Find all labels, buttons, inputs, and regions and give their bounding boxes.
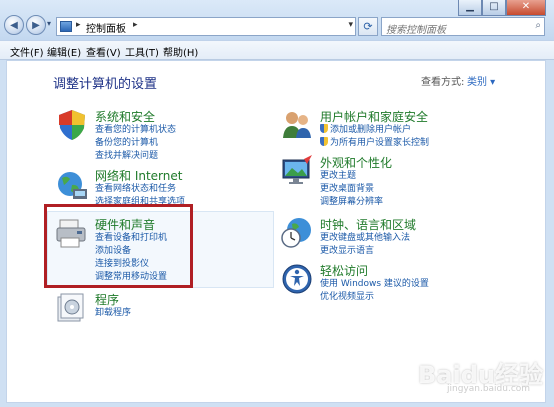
category-title-clock-language[interactable]: 时钟、语言和区域	[320, 216, 416, 233]
breadcrumb-control-panel[interactable]: 控制面板	[86, 20, 126, 35]
users-icon[interactable]	[280, 108, 314, 142]
link-parental-controls[interactable]: 为所有用户设置家长控制	[320, 137, 429, 150]
category-links: 更改键盘或其他输入法 更改显示语言	[320, 232, 410, 258]
link-add-remove-accounts[interactable]: 添加或删除用户帐户	[320, 124, 429, 137]
control-panel-window: ◀ ▶ ▾ ▸ 控制面板 ▸ ▾ ⟳ ⌕ ▁ □ ✕ 文件(F) 编辑(E) 查…	[0, 0, 554, 407]
chevron-right-icon[interactable]: ▸	[76, 20, 81, 30]
address-bar[interactable]: ▸ 控制面板 ▸ ▾	[56, 17, 356, 36]
search-input[interactable]	[382, 21, 530, 40]
menu-help[interactable]: 帮助(H)	[163, 44, 198, 59]
link-backup-computer[interactable]: 备份您的计算机	[95, 137, 176, 150]
close-button[interactable]: ✕	[506, 0, 546, 16]
watermark-url: jingyan.baidu.com	[447, 384, 531, 394]
search-box[interactable]: ⌕	[381, 17, 545, 40]
category-links: 使用 Windows 建议的设置 优化视频显示	[320, 278, 429, 304]
link-network-status[interactable]: 查看网络状态和任务	[95, 183, 185, 196]
view-by-dropdown[interactable]: 类别 ▾	[467, 73, 495, 88]
link-change-keyboard[interactable]: 更改键盘或其他输入法	[320, 232, 410, 245]
clock-globe-icon[interactable]	[280, 216, 314, 250]
search-icon[interactable]: ⌕	[535, 20, 541, 31]
category-title-ease-of-access[interactable]: 轻松访问	[320, 262, 368, 279]
refresh-button[interactable]: ⟳	[358, 17, 378, 36]
category-links: 更改主题 更改桌面背景 调整屏幕分辨率	[320, 170, 383, 209]
window-controls: ▁ □ ✕	[458, 0, 546, 18]
category-title-programs[interactable]: 程序	[95, 291, 119, 308]
system-security-shield-icon[interactable]	[55, 108, 89, 142]
link-optimize-display[interactable]: 优化视频显示	[320, 291, 429, 304]
maximize-button[interactable]: □	[482, 0, 506, 16]
link-change-desktop-background[interactable]: 更改桌面背景	[320, 183, 383, 196]
link-recommended-settings[interactable]: 使用 Windows 建议的设置	[320, 278, 429, 291]
link-label[interactable]: 为所有用户设置家长控制	[330, 138, 429, 148]
chevron-down-icon[interactable]: ▾	[348, 20, 353, 30]
category-links: 卸载程序	[95, 307, 131, 320]
minimize-button[interactable]: ▁	[458, 0, 482, 16]
link-uninstall-program[interactable]: 卸载程序	[95, 307, 131, 320]
category-title-network[interactable]: 网络和 Internet	[95, 167, 182, 184]
programs-icon[interactable]	[55, 291, 89, 325]
menu-tools[interactable]: 工具(T)	[125, 44, 159, 59]
back-button[interactable]: ◀	[4, 15, 24, 35]
menu-bar: 文件(F) 编辑(E) 查看(V) 工具(T) 帮助(H)	[0, 40, 554, 60]
link-view-computer-status[interactable]: 查看您的计算机状态	[95, 124, 176, 137]
ease-of-access-icon[interactable]	[280, 262, 314, 296]
back-arrow-icon: ◀	[10, 19, 18, 31]
category-title-appearance[interactable]: 外观和个性化	[320, 154, 392, 171]
menu-view[interactable]: 查看(V)	[86, 44, 121, 59]
link-label[interactable]: 添加或删除用户帐户	[330, 125, 411, 135]
appearance-monitor-icon[interactable]	[280, 154, 314, 188]
category-title-user-accounts[interactable]: 用户帐户和家庭安全	[320, 108, 428, 125]
network-globe-icon[interactable]	[55, 167, 89, 201]
view-by-label: 查看方式:	[421, 77, 465, 88]
chevron-right-icon[interactable]: ▸	[133, 20, 138, 30]
uac-shield-icon	[320, 124, 328, 133]
highlight-annotation-box	[44, 204, 193, 288]
refresh-icon: ⟳	[363, 20, 373, 33]
forward-arrow-icon: ▶	[32, 19, 40, 31]
link-adjust-resolution[interactable]: 调整屏幕分辨率	[320, 196, 383, 209]
navigation-bar: ◀ ▶ ▾ ▸ 控制面板 ▸ ▾ ⟳ ⌕ ▁ □ ✕	[0, 0, 554, 40]
category-links: 查看您的计算机状态 备份您的计算机 查找并解决问题	[95, 124, 176, 163]
category-title-system-security[interactable]: 系统和安全	[95, 108, 155, 125]
link-troubleshoot[interactable]: 查找并解决问题	[95, 150, 176, 163]
forward-button[interactable]: ▶	[26, 15, 46, 35]
control-panel-icon	[60, 21, 72, 32]
category-links: 添加或删除用户帐户 为所有用户设置家长控制	[320, 124, 429, 150]
page-title: 调整计算机的设置	[53, 77, 158, 92]
uac-shield-icon	[320, 137, 328, 146]
link-change-display-language[interactable]: 更改显示语言	[320, 245, 410, 258]
menu-edit[interactable]: 编辑(E)	[47, 44, 81, 59]
recent-pages-icon[interactable]: ▾	[47, 20, 55, 28]
link-change-theme[interactable]: 更改主题	[320, 170, 383, 183]
menu-file[interactable]: 文件(F)	[10, 44, 44, 59]
